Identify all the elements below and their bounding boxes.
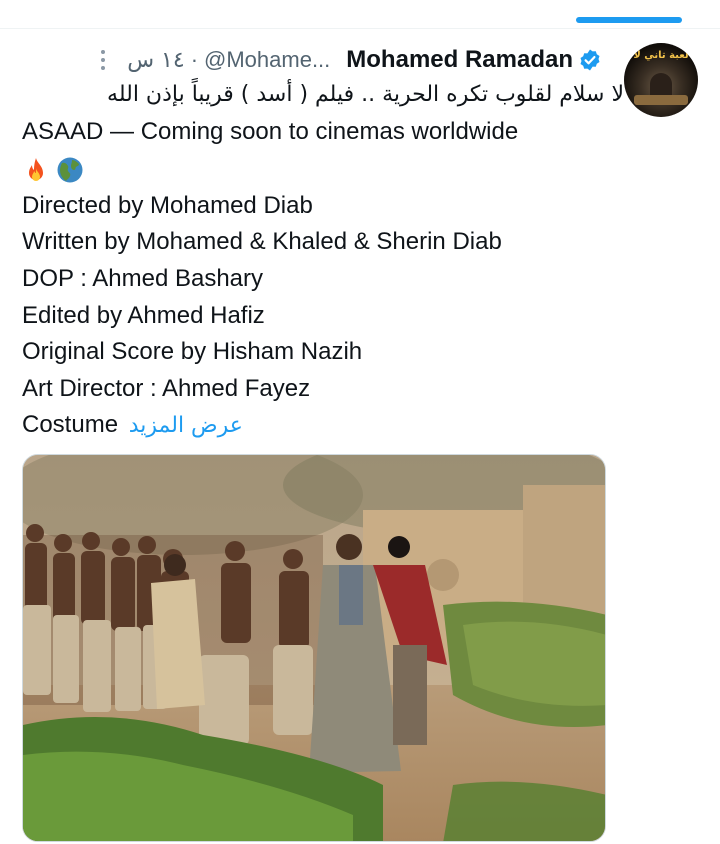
user-handle[interactable]: @Mohame... [204, 47, 330, 73]
tweet-text-line: Costume [22, 411, 119, 438]
avatar-table [634, 95, 688, 105]
verified-badge-icon [580, 49, 600, 71]
display-name[interactable]: Mohamed Ramadan [346, 46, 573, 74]
top-divider [0, 28, 720, 29]
tweet-text-line: DOP : Ahmed Bashary [22, 265, 264, 292]
tab-indicator [576, 17, 682, 23]
tweet-header: ١٤ س · @Mohame... Mohamed Ramadan [93, 44, 602, 76]
dot-separator: · [190, 47, 199, 72]
tweet-text-line: Original Score by Hisham Nazih [22, 338, 363, 365]
tweet-text-last-line: Costume عرض المزيد [22, 407, 243, 444]
tweet-media-image[interactable] [22, 454, 606, 842]
more-vertical-icon[interactable] [93, 45, 113, 75]
tweet-text-line: ASAAD — Coming soon to cinemas worldwide [22, 118, 519, 145]
tweet-text-line: Art Director : Ahmed Fayez [22, 375, 311, 402]
tweet-text-line: Written by Mohamed & Khaled & Sherin Dia… [22, 228, 502, 255]
emoji-line [22, 152, 90, 186]
show-more-link[interactable]: عرض المزيد [129, 413, 243, 438]
globe-emoji [57, 157, 83, 183]
fire-emoji [29, 157, 43, 181]
tweet-text-arabic: لا سلام لقلوب تكره الحرية .. فيلم ( أسد … [107, 82, 624, 107]
avatar[interactable]: لعبة تاني لا [624, 43, 698, 117]
tweet-time[interactable]: ١٤ س [127, 48, 185, 73]
tweet-text-line: Edited by Ahmed Hafiz [22, 302, 265, 329]
avatar-banner-text: لعبة تاني لا [633, 50, 689, 61]
film-still-illustration [23, 455, 605, 841]
tweet-text-line: Directed by Mohamed Diab [22, 192, 313, 219]
